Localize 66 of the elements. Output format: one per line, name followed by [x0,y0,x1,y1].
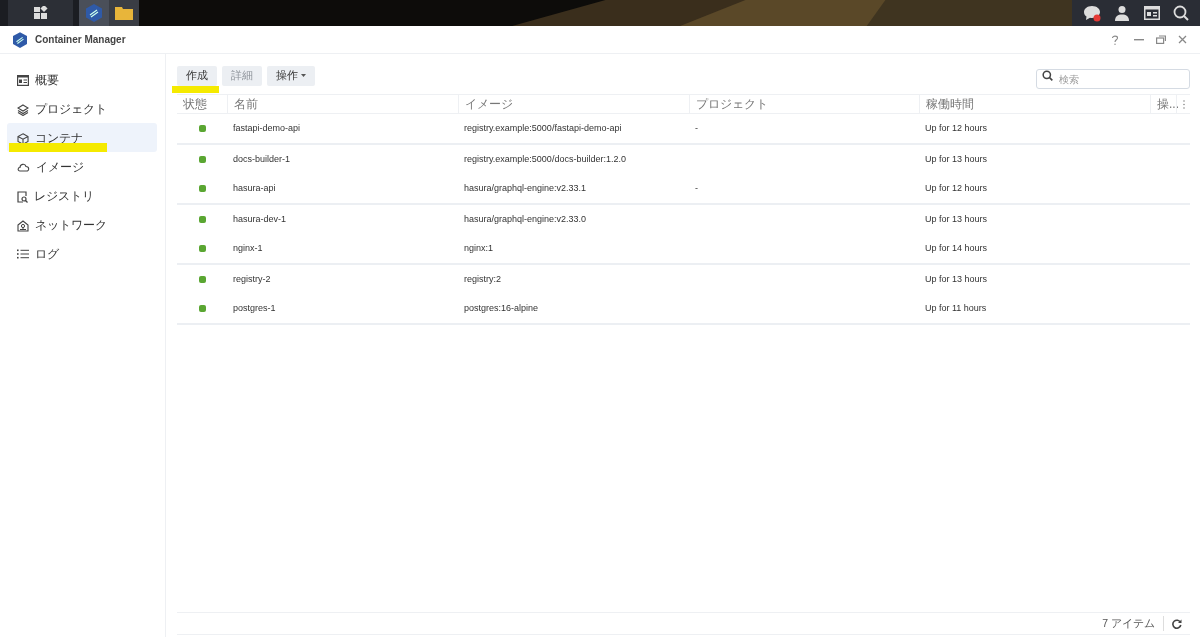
highlight-mark [172,86,219,93]
table-cell: Up for 12 hours [925,182,988,193]
item-count: 7 アイテム [1102,615,1164,632]
hexagon-icon [86,4,102,22]
table-cell: hasura-api [233,182,276,193]
cube-icon [17,133,29,145]
table-cell: docs-builder-1 [233,153,291,164]
close-icon[interactable] [1178,35,1187,44]
table-cell: postgres:16-alpine [464,302,539,313]
sidebar-item[interactable]: プロジェクト [7,94,157,123]
table-cell: registry:2 [464,273,501,284]
table-cell: nginx-1 [233,242,263,253]
toolbar-button[interactable]: 操作 [267,65,315,86]
search-icon [1042,70,1053,81]
table-cell: hasura/graphql-engine:v2.33.0 [464,213,587,224]
column-header[interactable]: 操... [1150,95,1176,113]
table-cell: Up for 11 hours [925,302,987,313]
sidebar-item[interactable]: ログ [7,239,157,268]
sidebar-item[interactable]: ネットワーク [7,210,157,239]
table-cell: - [695,182,698,193]
hexagon-icon [13,31,27,48]
chat-icon[interactable] [1082,4,1101,22]
search-field[interactable]: 検索 [1036,69,1190,89]
table-cell: fastapi-demo-api [233,122,301,133]
sidebar-item[interactable]: イメージ [7,152,157,181]
cloud-icon [17,162,30,172]
column-header[interactable]: 稼働時間 [919,95,1150,113]
sidebar-item[interactable]: コンテナ [7,123,157,152]
sidebar-item[interactable]: レジストリ [7,181,157,210]
restore-icon[interactable] [1156,35,1166,44]
table-cell: Up for 13 hours [925,153,988,164]
user-icon[interactable] [1114,5,1131,21]
column-header[interactable]: プロジェクト [689,95,919,113]
column-header[interactable]: 名前 [227,95,458,113]
table-cell: Up for 13 hours [925,213,988,224]
folder-icon [115,6,133,20]
column-header[interactable]: イメージ [458,95,689,113]
table-cell: Up for 13 hours [925,273,988,284]
grid-icon [33,6,48,20]
help-icon[interactable] [1111,34,1119,45]
table-cell: Up for 12 hours [925,122,988,133]
widget-icon[interactable] [1143,6,1160,20]
table-cell: registry-2 [233,273,271,284]
layers-icon [17,104,29,116]
table-cell: hasura/graphql-engine:v2.33.1 [464,182,587,193]
minimize-icon[interactable] [1134,38,1144,41]
table-cell: nginx:1 [464,242,494,253]
toolbar-button[interactable]: 作成 [177,65,217,86]
table-cell: postgres-1 [233,302,276,313]
card-icon [17,75,29,86]
sidebar-item[interactable]: 概要 [7,65,157,94]
table-cell: - [695,122,698,133]
taskbar-app[interactable] [79,0,109,26]
refresh-icon[interactable] [1172,618,1182,629]
taskbar-app[interactable] [109,0,139,26]
search-icon[interactable] [1173,5,1190,21]
table-cell: registry.example:5000/docs-builder:1.2.0 [464,153,626,164]
table-cell: hasura-dev-1 [233,213,287,224]
column-header[interactable]: 状態 [177,95,227,113]
apps-button[interactable] [8,0,73,26]
table-cell: Up for 14 hours [925,242,988,253]
window-title: Container Manager [35,33,126,47]
table-cell: registry.example:5000/fastapi-demo-api [464,122,622,133]
registry-icon [17,191,28,203]
list-icon [17,249,29,259]
network-icon [17,220,29,232]
